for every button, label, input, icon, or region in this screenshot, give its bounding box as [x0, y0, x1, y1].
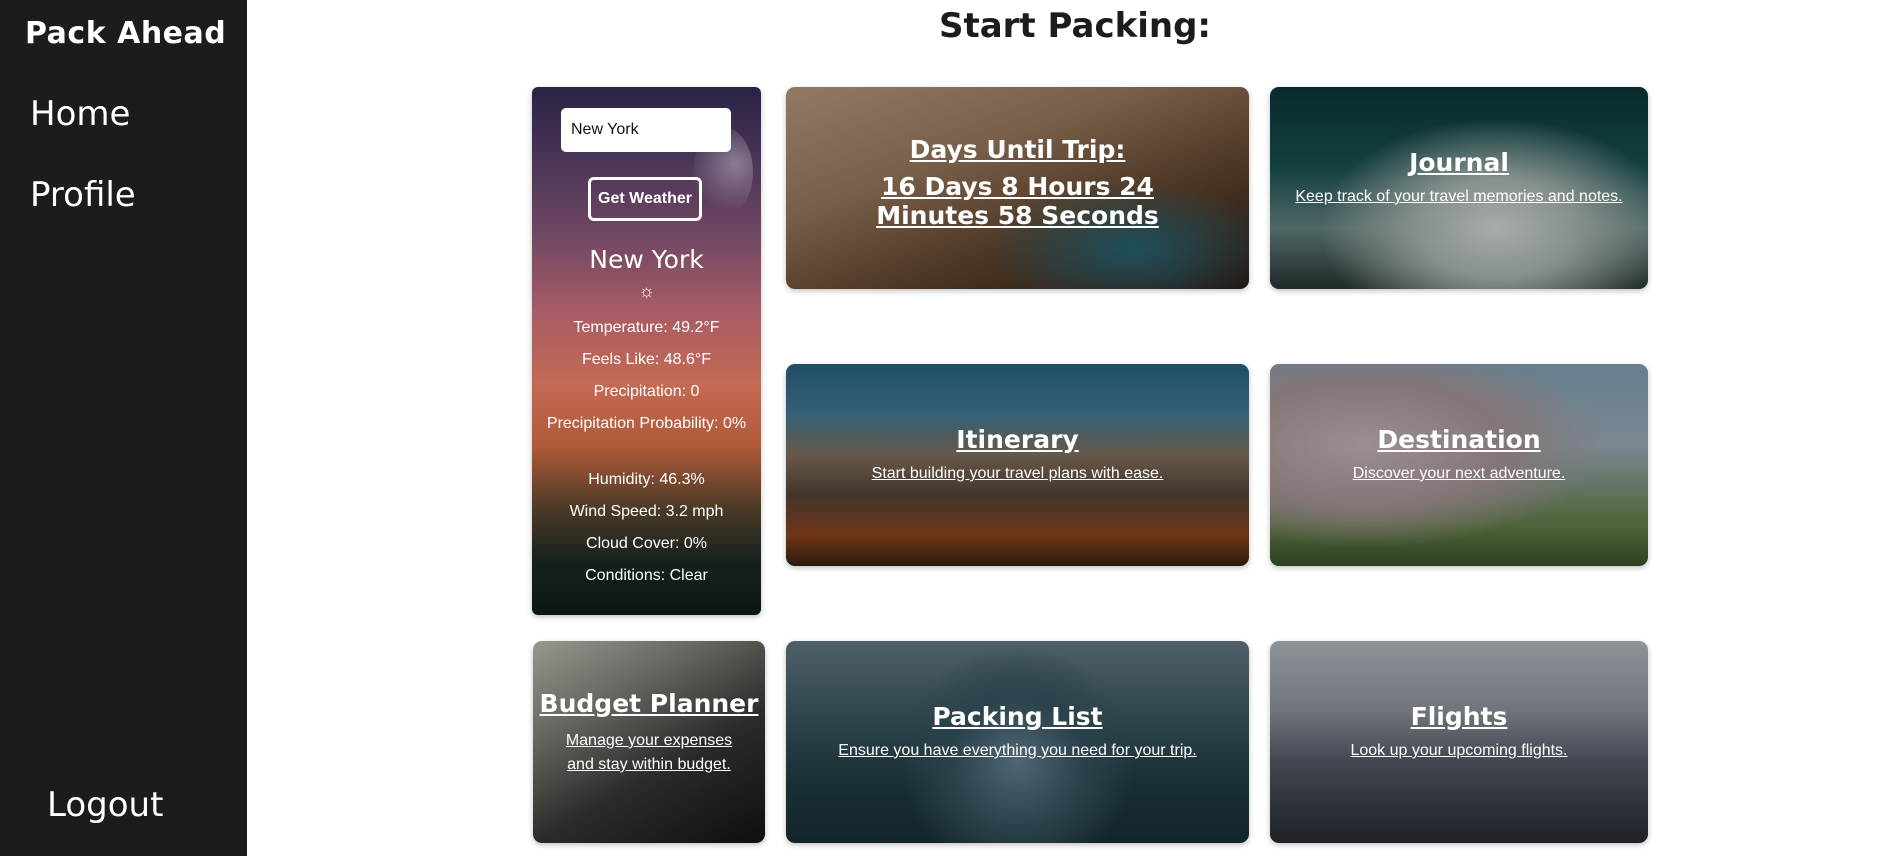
- weather-feels-like: Feels Like: 48.6°F: [581, 351, 712, 368]
- sun-icon: ☼: [638, 281, 655, 301]
- days-until-trip-card[interactable]: Days Until Trip: 16 Days 8 Hours 24 Minu…: [786, 87, 1249, 289]
- trip-countdown: 16 Days 8 Hours 24 Minutes 58 Seconds: [876, 172, 1159, 230]
- budget-planner-desc: Manage your expenses and stay within bud…: [565, 732, 733, 773]
- sidebar: Pack Ahead Home Profile Logout: [0, 0, 247, 856]
- weather-city: New York: [589, 245, 704, 274]
- journal-title: Journal: [1409, 148, 1509, 177]
- journal-card[interactable]: Journal Keep track of your travel memori…: [1270, 87, 1648, 289]
- nav-logout-link[interactable]: Logout: [47, 785, 163, 825]
- weather-precipitation: Precipitation: 0: [593, 383, 700, 400]
- budget-planner-card[interactable]: Budget Planner Manage your expenses and …: [533, 641, 765, 843]
- weather-wind-speed: Wind Speed: 3.2 mph: [569, 503, 724, 520]
- weather-card: Get Weather New York ☼ Temperature: 49.2…: [532, 87, 761, 615]
- weather-humidity: Humidity: 46.3%: [588, 471, 705, 488]
- flights-desc: Look up your upcoming flights.: [1350, 742, 1568, 759]
- city-search-input[interactable]: [561, 108, 731, 152]
- weather-precip-probability: Precipitation Probability: 0%: [546, 415, 747, 432]
- budget-planner-title: Budget Planner: [539, 689, 759, 718]
- weather-temperature: Temperature: 49.2°F: [573, 319, 720, 336]
- destination-card[interactable]: Destination Discover your next adventure…: [1270, 364, 1648, 566]
- destination-title: Destination: [1377, 425, 1541, 454]
- get-weather-button[interactable]: Get Weather: [588, 177, 702, 221]
- weather-cloud-cover: Cloud Cover: 0%: [586, 535, 707, 552]
- journal-desc: Keep track of your travel memories and n…: [1295, 188, 1623, 205]
- destination-desc: Discover your next adventure.: [1352, 465, 1566, 482]
- brand-logo[interactable]: Pack Ahead: [25, 16, 226, 51]
- packing-list-desc: Ensure you have everything you need for …: [838, 742, 1197, 759]
- weather-conditions: Conditions: Clear: [585, 567, 708, 584]
- itinerary-card[interactable]: Itinerary Start building your travel pla…: [786, 364, 1249, 566]
- nav-profile-link[interactable]: Profile: [30, 175, 136, 215]
- itinerary-desc: Start building your travel plans with ea…: [871, 465, 1164, 482]
- packing-list-card[interactable]: Packing List Ensure you have everything …: [786, 641, 1249, 843]
- nav-home-link[interactable]: Home: [30, 94, 130, 134]
- flights-card[interactable]: Flights Look up your upcoming flights.: [1270, 641, 1648, 843]
- page-title: Start Packing:: [938, 6, 1212, 46]
- itinerary-title: Itinerary: [956, 425, 1079, 454]
- packing-list-title: Packing List: [932, 702, 1103, 731]
- days-until-trip-title: Days Until Trip:: [909, 135, 1126, 164]
- flights-title: Flights: [1410, 702, 1508, 731]
